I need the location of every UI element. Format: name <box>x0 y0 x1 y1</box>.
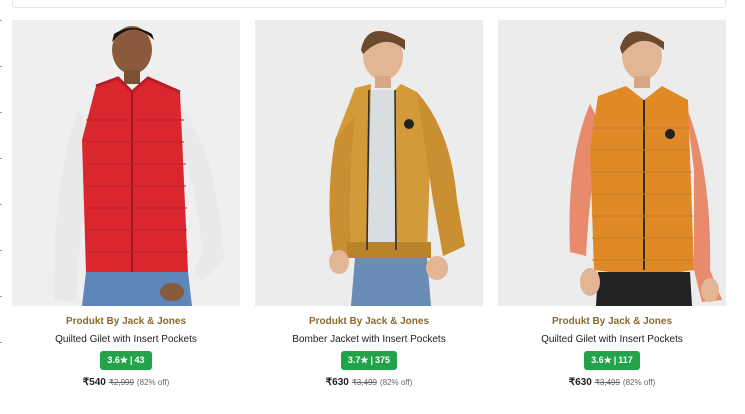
model-photo-orange-gilet <box>498 20 726 306</box>
product-card[interactable]: Produkt By Jack & Jones Bomber Jacket wi… <box>255 20 483 388</box>
sale-price: ₹630 <box>568 377 592 388</box>
rating-badge: 3.7★ | 375 <box>340 351 398 370</box>
sale-price: ₹630 <box>325 377 349 388</box>
product-image[interactable] <box>498 20 726 306</box>
price-row: ₹540 ₹2,999 (82% off) <box>83 377 169 388</box>
rating-badge: 3.6★ | 43 <box>100 351 152 370</box>
left-edge-marks <box>0 20 3 410</box>
review-count: 117 <box>618 355 633 365</box>
review-count: 43 <box>134 355 145 365</box>
product-grid: Produkt By Jack & Jones Quilted Gilet wi… <box>12 20 726 388</box>
rating-badge: 3.6★ | 117 <box>584 351 640 370</box>
original-price: ₹3,499 <box>594 378 620 387</box>
product-brand: Produkt By Jack & Jones <box>308 316 430 327</box>
rating-value: 3.6★ <box>591 355 612 365</box>
top-filter-bar <box>12 0 726 8</box>
original-price: ₹3,499 <box>351 378 377 387</box>
discount-label: (82% off) <box>136 378 170 387</box>
product-title[interactable]: Quilted Gilet with Insert Pockets <box>541 334 683 345</box>
product-image[interactable] <box>12 20 240 306</box>
product-card[interactable]: Produkt By Jack & Jones Quilted Gilet wi… <box>498 20 726 388</box>
original-price: ₹2,999 <box>108 378 134 387</box>
product-brand: Produkt By Jack & Jones <box>65 316 187 327</box>
model-photo-red-gilet <box>12 20 240 306</box>
rating-value: 3.6★ <box>107 355 129 365</box>
rating-value: 3.7★ <box>347 355 369 365</box>
product-title[interactable]: Bomber Jacket with Insert Pockets <box>292 334 445 345</box>
price-row: ₹630 ₹3,499 (82% off) <box>326 377 412 388</box>
model-photo-bomber-jacket <box>255 20 483 306</box>
discount-label: (82% off) <box>622 378 656 387</box>
price-row: ₹630 ₹3,499 (82% off) <box>569 377 655 388</box>
sale-price: ₹540 <box>82 377 106 388</box>
product-title[interactable]: Quilted Gilet with Insert Pockets <box>55 334 197 345</box>
product-image[interactable] <box>255 20 483 306</box>
review-count: 375 <box>375 355 391 365</box>
product-brand: Produkt By Jack & Jones <box>551 316 673 327</box>
product-card[interactable]: Produkt By Jack & Jones Quilted Gilet wi… <box>12 20 240 388</box>
discount-label: (82% off) <box>379 378 413 387</box>
